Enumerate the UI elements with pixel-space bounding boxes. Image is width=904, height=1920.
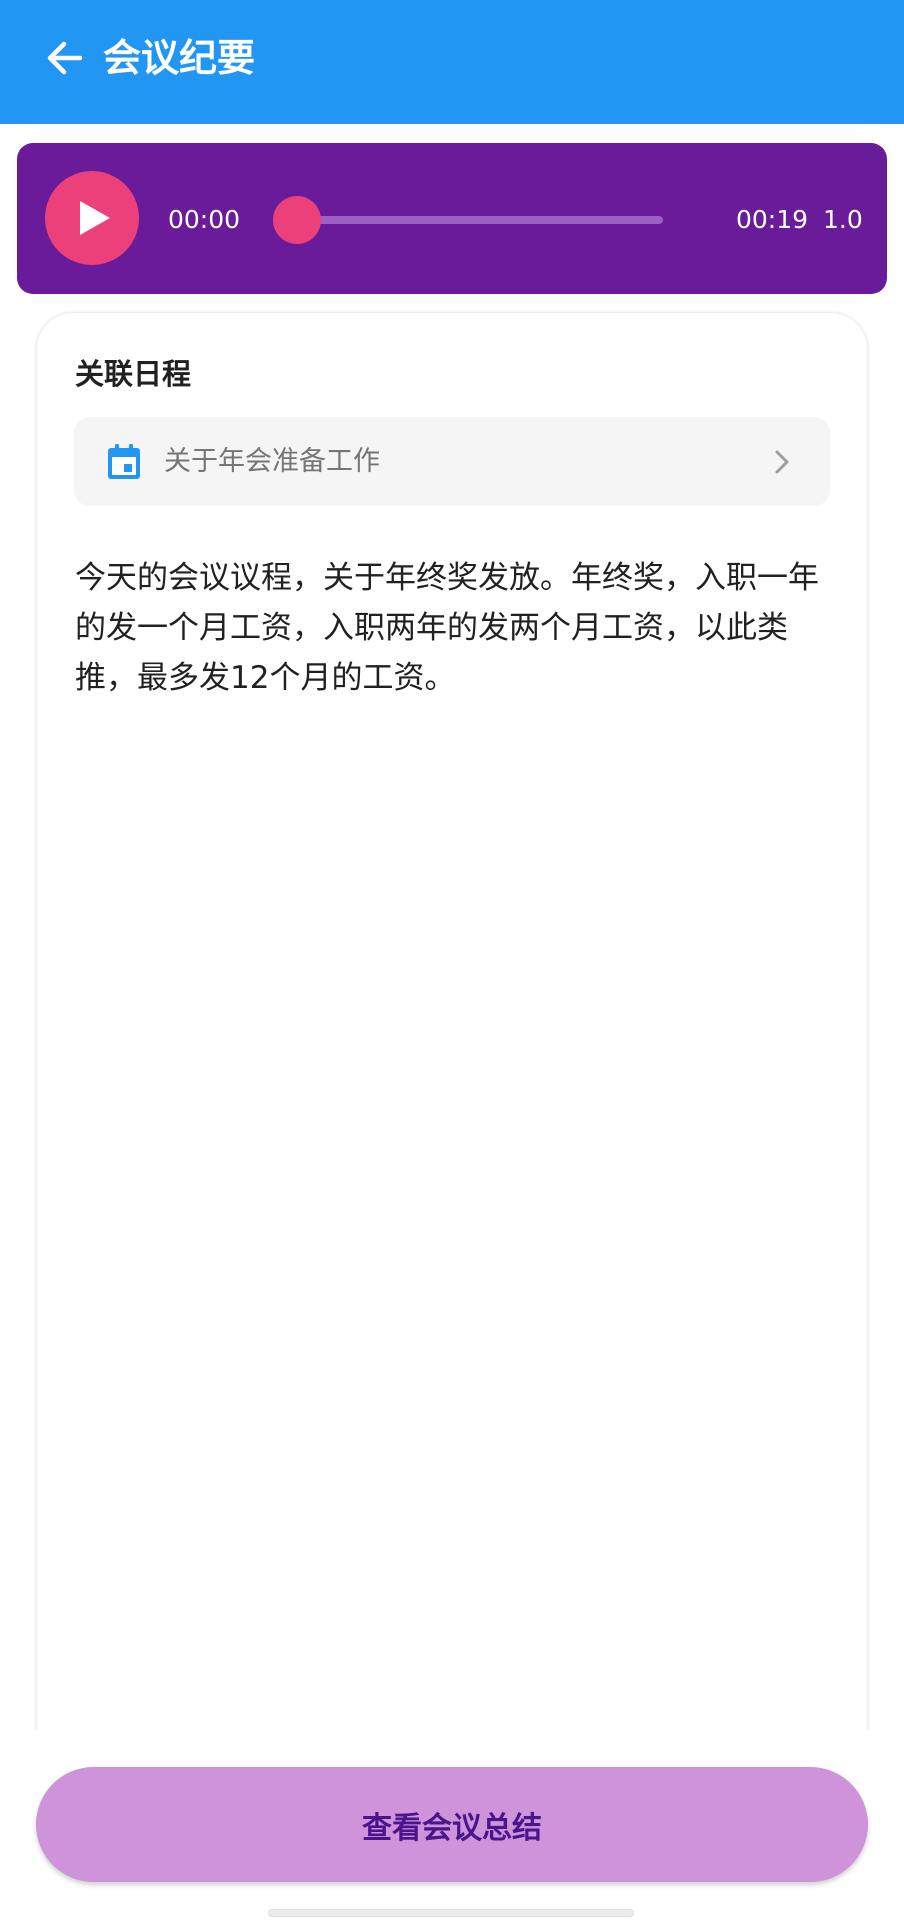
schedule-title: 关于年会准备工作 bbox=[164, 446, 380, 477]
view-summary-label: 查看会议总结 bbox=[362, 1810, 542, 1846]
app-bar: 会议纪要 bbox=[0, 0, 904, 124]
playback-speed[interactable]: 1.0 bbox=[823, 204, 863, 236]
slider-thumb[interactable] bbox=[273, 196, 321, 244]
play-button[interactable] bbox=[45, 171, 139, 265]
audio-player: 00:00 00:19 1.0 bbox=[17, 143, 887, 294]
arrow-left-icon bbox=[47, 41, 83, 75]
linked-schedule-item[interactable]: 关于年会准备工作 bbox=[74, 417, 830, 506]
slider-track bbox=[287, 216, 663, 224]
progress-slider[interactable] bbox=[273, 196, 663, 244]
transcript-text: 今天的会议议程，关于年终奖发放。年终奖，入职一年的发一个月工资，入职两年的发两个… bbox=[75, 560, 819, 696]
current-time: 00:00 bbox=[168, 205, 241, 234]
view-summary-button[interactable]: 查看会议总结 bbox=[36, 1767, 868, 1882]
home-indicator bbox=[268, 1909, 634, 1917]
calendar-icon bbox=[108, 444, 140, 479]
total-time: 00:19 bbox=[736, 205, 809, 234]
back-button[interactable] bbox=[36, 30, 92, 86]
minutes-card: 关联日程 关于年会准备工作 今天的会议议程，关于年终奖发放。年终奖，入职一年的发… bbox=[37, 313, 867, 1743]
page-title: 会议纪要 bbox=[103, 36, 256, 80]
section-title: 关联日程 bbox=[75, 357, 192, 391]
play-icon bbox=[80, 201, 110, 235]
chevron-right-icon bbox=[775, 450, 789, 474]
